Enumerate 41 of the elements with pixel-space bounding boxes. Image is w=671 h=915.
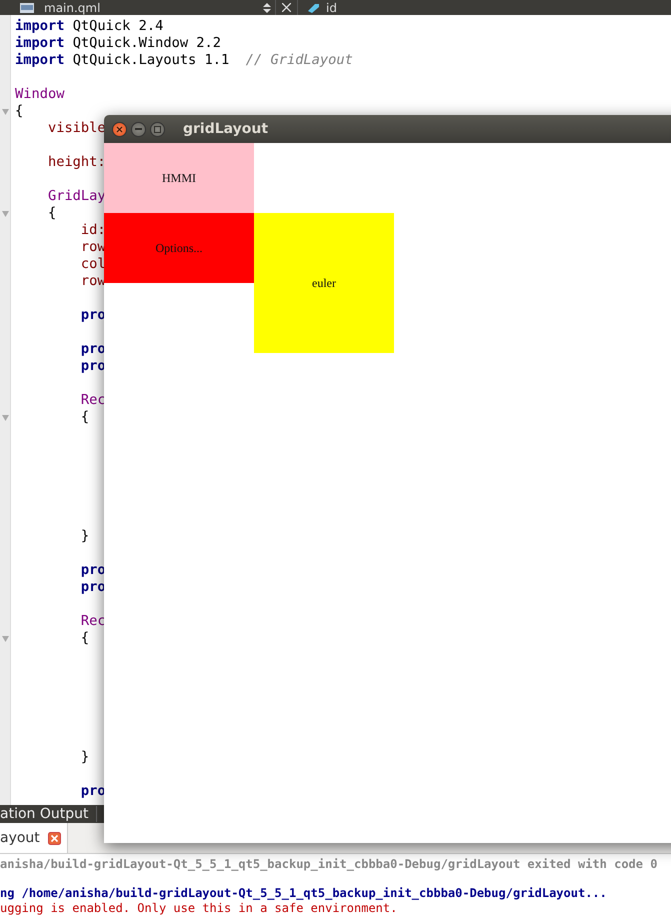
code-line: {	[46, 205, 56, 222]
output-line: ng /home/anisha/build-gridLayout-Qt_5_5_1_qt5_backup_init_cbbba0-Debug/gridLayout...	[0, 886, 607, 900]
code-line: {	[80, 630, 90, 647]
code-line: {	[80, 409, 90, 426]
code-line: pro	[80, 783, 106, 800]
code-line: id:	[80, 222, 106, 239]
output-tab[interactable]: ayout	[0, 823, 68, 853]
maximize-icon[interactable]	[150, 122, 165, 136]
code-line: import QtQuick 2.4	[15, 18, 164, 35]
code-line: }	[80, 749, 90, 766]
code-line: GridLay	[46, 188, 106, 205]
file-tab[interactable]: main.qml	[44, 0, 100, 14]
grid-cell: euler	[254, 213, 394, 353]
code-line: Window	[15, 86, 64, 103]
output-line: anisha/build-gridLayout-Qt_5_5_1_qt5_backup_init_cbbba0-Debug/gridLayout exited with code 0	[0, 857, 658, 872]
code-line: height:	[46, 154, 106, 171]
code-line: pro	[80, 358, 106, 375]
grid-cell: HMMI	[104, 143, 254, 213]
code-line: Rec	[80, 613, 106, 630]
symbol-selector[interactable]: id	[326, 0, 337, 14]
minimize-icon[interactable]	[131, 122, 146, 136]
code-line: visible	[46, 120, 106, 137]
grid-cell: Options...	[104, 213, 254, 283]
code-line: pro	[80, 579, 106, 596]
close-icon[interactable]	[48, 832, 61, 845]
close-icon[interactable]	[112, 122, 127, 136]
code-line: pro	[80, 307, 106, 324]
output-line: ugging is enabled. Only use this in a safe environment.	[0, 900, 398, 915]
code-line: pro	[80, 341, 106, 358]
pane-title: ation Output	[0, 806, 98, 822]
window-title: gridLayout	[183, 121, 268, 137]
code-line: col	[80, 256, 106, 273]
code-line: import QtQuick.Window 2.2	[15, 35, 222, 52]
code-line: {	[15, 103, 24, 120]
dropdown-icon[interactable]	[263, 2, 271, 12]
code-line: Rec	[80, 392, 106, 409]
code-line: pro	[80, 562, 106, 579]
qml-file-icon	[20, 2, 34, 12]
code-line: }	[80, 528, 90, 545]
code-line: import QtQuick.Layouts 1.1 // GridLayout	[15, 52, 353, 69]
tag-icon	[308, 2, 320, 12]
